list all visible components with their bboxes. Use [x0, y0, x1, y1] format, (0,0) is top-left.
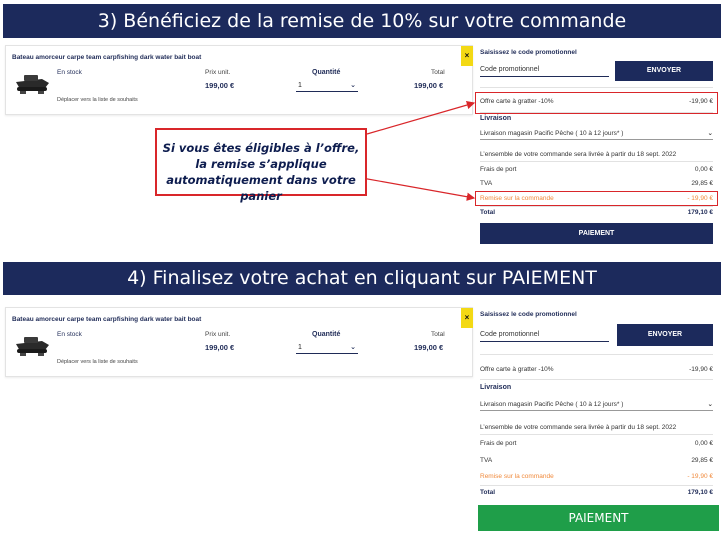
quantity-value: 1: [298, 82, 302, 89]
chevron-down-icon: ⌄: [707, 130, 713, 137]
pay-button[interactable]: PAIEMENT: [478, 505, 719, 531]
promo-code-input[interactable]: Code promotionnel: [480, 63, 609, 77]
line-total: 199,00 €: [414, 343, 444, 352]
step3-banner: 3) Bénéficiez de la remise de 10% sur vo…: [3, 4, 721, 38]
tva-value: 29,85 €: [691, 180, 713, 187]
total-line: Total 179,10 €: [480, 489, 713, 496]
quantity-label: Quantité: [312, 69, 341, 76]
delivery-title: Livraison: [480, 384, 512, 391]
summary-total-label: Total: [480, 209, 496, 216]
quantity-value: 1: [298, 344, 302, 351]
discount-line: Remise sur la commande - 19,90 €: [480, 473, 713, 480]
summary-total-value: 179,10 €: [687, 209, 713, 216]
tva-line: TVA 29,85 €: [480, 180, 713, 187]
stock-status: En stock: [57, 331, 82, 338]
unit-price-label: Prix unit.: [205, 69, 231, 76]
send-promo-button[interactable]: ENVOYER: [617, 324, 713, 346]
line-total: 199,00 €: [414, 81, 444, 90]
delivery-note: L’ensemble de votre commande sera livrée…: [480, 151, 677, 158]
tva-label: TVA: [480, 457, 493, 464]
offer-value: -19,90 €: [689, 366, 713, 373]
bait-boat-image[interactable]: [12, 330, 52, 360]
summary-total-label: Total: [480, 489, 496, 496]
promo-code-input[interactable]: Code promotionnel: [480, 328, 609, 342]
delivery-select[interactable]: Livraison magasin Pacific Pêche ( 10 à 1…: [480, 127, 713, 140]
unit-price: 199,00 €: [205, 343, 235, 352]
promo-code-label: Saisissez le code promotionnel: [480, 311, 577, 318]
offer-highlight-box: [475, 92, 718, 114]
cart-item: Bateau amorceur carpe team carpfishing d…: [5, 45, 473, 115]
offer-line: Offre carte à gratter -10% -19,90 €: [480, 366, 713, 373]
move-to-wishlist-link[interactable]: Déplacer vers la liste de souhaits: [57, 359, 138, 365]
summary-total-value: 179,10 €: [687, 489, 713, 496]
quantity-select[interactable]: 1 ⌄: [296, 79, 358, 92]
cart-item: Bateau amorceur carpe team carpfishing d…: [5, 307, 473, 377]
pay-button[interactable]: PAIEMENT: [480, 223, 713, 244]
remove-item-button[interactable]: ×: [461, 308, 473, 328]
remove-item-button[interactable]: ×: [461, 46, 473, 66]
total-line: Total 179,10 €: [480, 209, 713, 216]
shipping-label: Frais de port: [480, 440, 517, 447]
quantity-label: Quantité: [312, 331, 341, 338]
chevron-down-icon: ⌄: [707, 401, 713, 408]
delivery-title: Livraison: [480, 115, 512, 122]
stock-status: En stock: [57, 69, 82, 76]
shipping-value: 0,00 €: [694, 166, 713, 173]
delivery-option: Livraison magasin Pacific Pêche ( 10 à 1…: [480, 401, 624, 408]
order-summary: Saisissez le code promotionnel Code prom…: [476, 306, 721, 554]
unit-price: 199,00 €: [205, 81, 235, 90]
product-name[interactable]: Bateau amorceur carpe team carpfishing d…: [12, 316, 201, 323]
move-to-wishlist-link[interactable]: Déplacer vers la liste de souhaits: [57, 97, 138, 103]
eligibility-callout: Si vous êtes éligibles à l’offre, la rem…: [155, 128, 367, 203]
shipping-label: Frais de port: [480, 166, 517, 173]
delivery-select[interactable]: Livraison magasin Pacific Pêche ( 10 à 1…: [480, 398, 713, 411]
step4-banner: 4) Finalisez votre achat en cliquant sur…: [3, 262, 721, 295]
discount-label: Remise sur la commande: [480, 473, 554, 480]
total-label: Total: [431, 331, 445, 338]
quantity-select[interactable]: 1 ⌄: [296, 341, 358, 354]
chevron-down-icon: ⌄: [350, 82, 356, 89]
delivery-option: Livraison magasin Pacific Pêche ( 10 à 1…: [480, 130, 624, 137]
discount-value: - 19,90 €: [687, 473, 713, 480]
product-name[interactable]: Bateau amorceur carpe team carpfishing d…: [12, 54, 201, 61]
tva-value: 29,85 €: [691, 457, 713, 464]
send-promo-button[interactable]: ENVOYER: [615, 61, 713, 81]
delivery-note: L’ensemble de votre commande sera livrée…: [480, 424, 677, 431]
tva-line: TVA 29,85 €: [480, 457, 713, 464]
offer-label: Offre carte à gratter -10%: [480, 366, 554, 373]
chevron-down-icon: ⌄: [350, 344, 356, 351]
tva-label: TVA: [480, 180, 493, 187]
promo-code-label: Saisissez le code promotionnel: [480, 49, 577, 56]
discount-highlight-box: [475, 191, 718, 206]
order-summary: Saisissez le code promotionnel Code prom…: [476, 44, 721, 250]
total-label: Total: [431, 69, 445, 76]
bait-boat-image[interactable]: [12, 68, 52, 98]
shipping-value: 0,00 €: [694, 440, 713, 447]
unit-price-label: Prix unit.: [205, 331, 231, 338]
shipping-line: Frais de port 0,00 €: [480, 166, 713, 173]
shipping-line: Frais de port 0,00 €: [480, 440, 713, 447]
